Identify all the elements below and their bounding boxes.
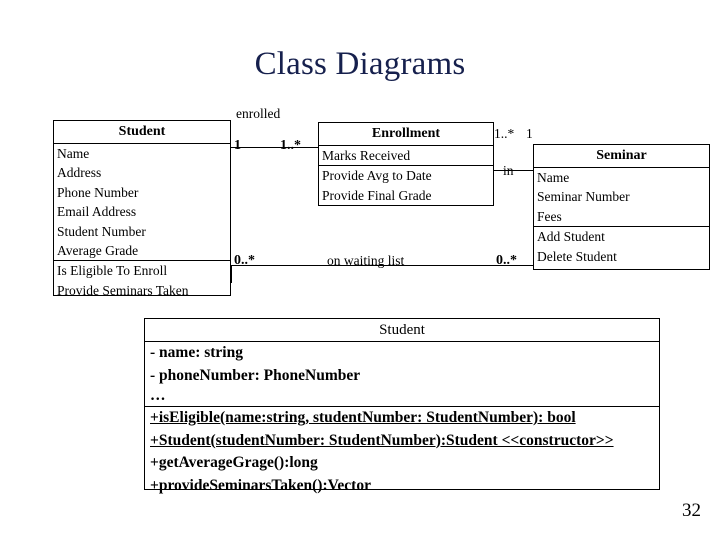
operation-item-static: +Student(studentNumber: StudentNumber):S…	[150, 431, 614, 449]
association-label-in: in	[503, 163, 514, 178]
attribute-compartment-student-detailed: - name: string - phoneNumber: PhoneNumbe…	[145, 342, 659, 407]
attribute-item: Seminar Number	[537, 189, 630, 205]
class-box-student-detailed[interactable]: Student - name: string - phoneNumber: Ph…	[144, 318, 660, 494]
attribute-compartment-seminar: Name Seminar Number Fees	[534, 168, 709, 228]
attribute-item: Fees	[537, 208, 562, 224]
attribute-item: Phone Number	[57, 184, 139, 200]
attribute-compartment-student: Name Address Phone Number Email Address …	[54, 144, 230, 262]
association-line-in	[494, 170, 534, 171]
multiplicity-in-target: 1	[526, 126, 533, 141]
operation-item: Provide Seminars Taken	[57, 282, 189, 298]
multiplicity-waiting-source: 0..*	[234, 253, 255, 268]
class-name-seminar: Seminar	[534, 145, 709, 168]
operation-item: +getAverageGrage():long	[150, 454, 318, 472]
slide-canvas: Class Diagrams Student Name Address Phon…	[0, 0, 720, 540]
multiplicity-enrolled-source: 1	[234, 138, 241, 153]
class-box-student[interactable]: Student Name Address Phone Number Email …	[53, 120, 231, 298]
class-box-enrollment[interactable]: Enrollment Marks Received Provide Avg to…	[318, 122, 494, 206]
page-number: 32	[682, 500, 701, 521]
attribute-item: Student Number	[57, 223, 146, 239]
operation-compartment-seminar: Add Student Delete Student	[534, 227, 709, 266]
attribute-item: Name	[537, 170, 570, 185]
association-label-waiting-list: on waiting list	[327, 253, 405, 268]
operation-compartment-enrollment: Provide Avg to Date Provide Final Grade	[319, 166, 493, 205]
attribute-item: Average Grade	[57, 243, 139, 259]
attribute-item-ellipsis: …	[150, 387, 166, 405]
operation-compartment-student: Is Eligible To Enroll Provide Seminars T…	[54, 261, 230, 300]
operation-item: Add Student	[537, 229, 605, 245]
association-label-enrolled: enrolled	[236, 106, 281, 121]
multiplicity-waiting-target: 0..*	[496, 253, 517, 268]
operation-compartment-student-detailed: +isEligible(name:string, studentNumber: …	[145, 407, 659, 497]
operation-item: Provide Final Grade	[322, 187, 432, 203]
attribute-item: - name: string	[150, 344, 243, 361]
attribute-compartment-enrollment: Marks Received	[319, 146, 493, 167]
operation-item: +provideSeminarsTaken():Vector	[150, 476, 371, 494]
operation-item-static: +isEligible(name:string, studentNumber: …	[150, 409, 576, 426]
attribute-item: - phoneNumber: PhoneNumber	[150, 366, 361, 384]
operation-item: Is Eligible To Enroll	[57, 263, 168, 279]
class-name-enrollment: Enrollment	[319, 123, 493, 146]
attribute-item: Marks Received	[322, 148, 411, 163]
association-line-waiting-list-stub-left	[231, 265, 232, 283]
multiplicity-in-source: 1..*	[494, 126, 515, 141]
class-name-student: Student	[54, 121, 230, 144]
attribute-item: Email Address	[57, 204, 137, 220]
attribute-item: Name	[57, 146, 90, 161]
multiplicity-enrolled-target: 1..*	[280, 138, 301, 153]
operation-item: Provide Avg to Date	[322, 168, 432, 184]
class-box-seminar[interactable]: Seminar Name Seminar Number Fees Add Stu…	[533, 144, 710, 270]
page-title: Class Diagrams	[254, 46, 466, 82]
operation-item: Delete Student	[537, 248, 617, 264]
attribute-item: Address	[57, 165, 102, 181]
association-line-enrolled	[231, 147, 319, 148]
class-name-student-detailed: Student	[145, 319, 659, 342]
